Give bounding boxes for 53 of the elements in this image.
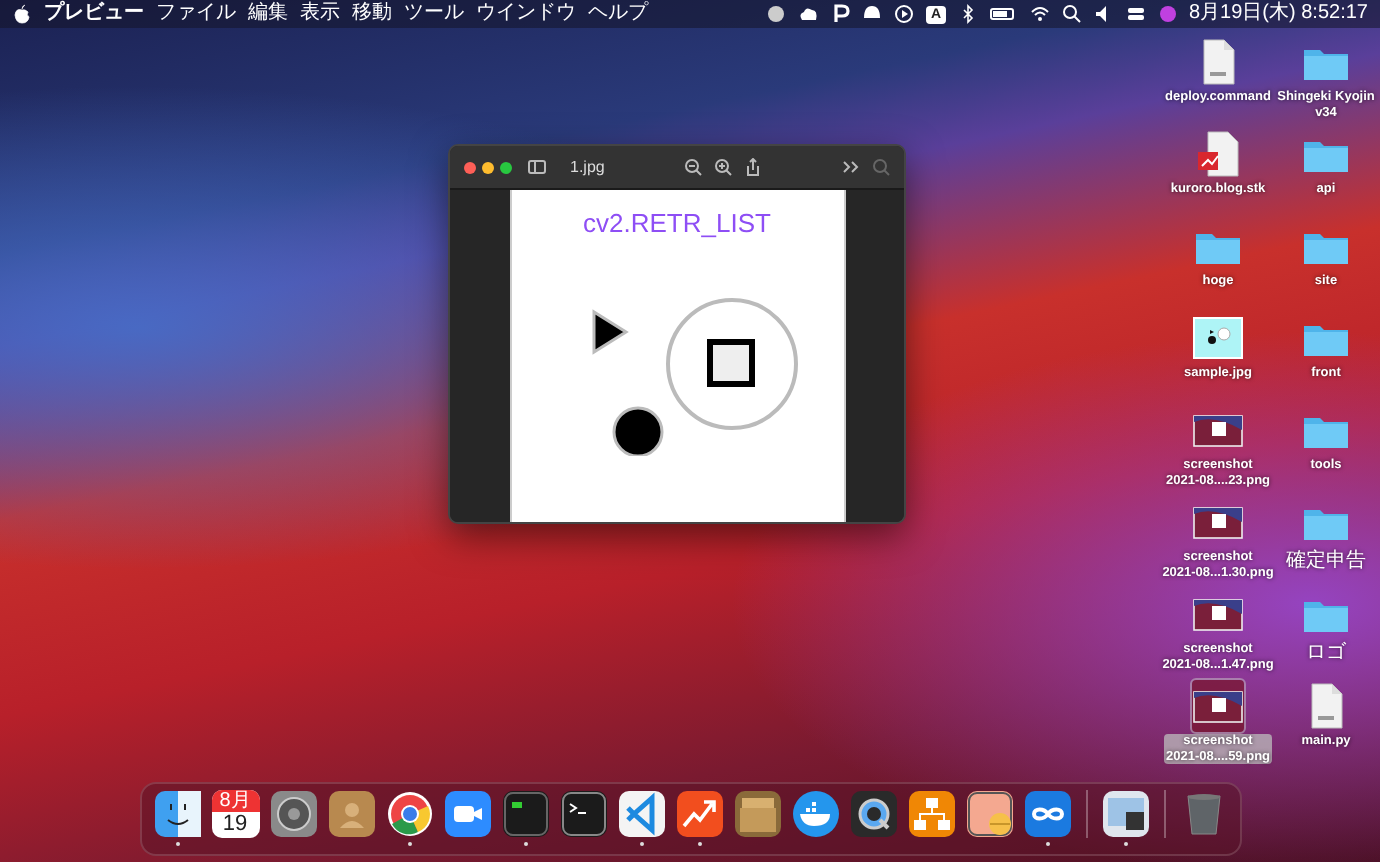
play-circle-icon[interactable] [894,4,915,24]
zoom-out-icon[interactable] [684,158,703,176]
menu-item[interactable]: 表示 [300,0,340,28]
battery-icon[interactable] [989,4,1017,24]
chevron-double-icon[interactable] [842,158,861,176]
siri-orb-icon[interactable] [1157,4,1177,24]
menu-item[interactable]: 編集 [248,0,288,28]
desktop-icon-label[interactable]: ロゴ [1304,642,1348,664]
menu-bar-clock[interactable]: 8月19日(木) 8:52:17 [1189,0,1368,28]
document-icon [1192,128,1244,180]
sidebar-toggle-icon[interactable] [524,158,550,176]
gear-icon[interactable] [269,790,317,838]
menu-item[interactable]: ウインドウ [476,0,576,28]
calendar-app-icon[interactable]: 8月 19 [211,790,259,838]
code-editor-icon[interactable] [617,790,665,838]
menu-item[interactable]: 移動 [352,0,392,28]
minimize-button[interactable] [482,161,494,173]
infinity-icon[interactable] [1023,790,1071,838]
browser-icon[interactable] [385,790,433,838]
finder-face-icon[interactable] [153,790,201,838]
calendar-day: 19 [222,812,248,838]
video-camera-icon[interactable] [443,790,491,838]
menu-item[interactable]: ツール [404,0,464,28]
notes-pill-icon[interactable] [965,790,1013,838]
apple-logo-icon[interactable] [12,4,32,24]
archive-box-icon[interactable] [733,790,781,838]
zoom-in-icon[interactable] [714,158,733,176]
menu-item[interactable]: ファイル [156,0,236,28]
share-icon[interactable] [744,158,763,176]
flowchart-icon[interactable] [907,790,955,838]
app-menu[interactable]: プレビュー [44,0,144,28]
contacts-book-icon[interactable] [327,790,375,838]
search-icon[interactable] [1061,4,1081,24]
p-logo-icon[interactable] [830,4,851,24]
helmet-icon[interactable] [862,4,883,24]
terminal-icon[interactable] [559,790,607,838]
preview-photos-icon[interactable] [1101,790,1149,838]
wifi-icon[interactable] [1029,4,1049,24]
calendar-month: 8月 [211,790,259,812]
close-button[interactable] [464,161,476,173]
image-caption: cv2.RETR_LIST [583,208,771,238]
desktop-icon-label[interactable]: 確定申告 [1284,550,1368,572]
quicktime-icon[interactable] [849,790,897,838]
cloud-status-icon[interactable] [798,4,819,24]
menu-item[interactable]: ヘルプ [588,0,648,28]
zoom-button[interactable] [500,161,512,173]
terminal-icon[interactable] [501,790,549,838]
circle-status-icon[interactable] [766,4,787,24]
control-center-icon[interactable] [1125,4,1145,24]
window-title: 1.jpg [570,158,605,176]
image-thumbnail [1192,312,1244,364]
bluetooth-icon[interactable] [957,4,977,24]
whale-icon[interactable] [791,790,839,838]
